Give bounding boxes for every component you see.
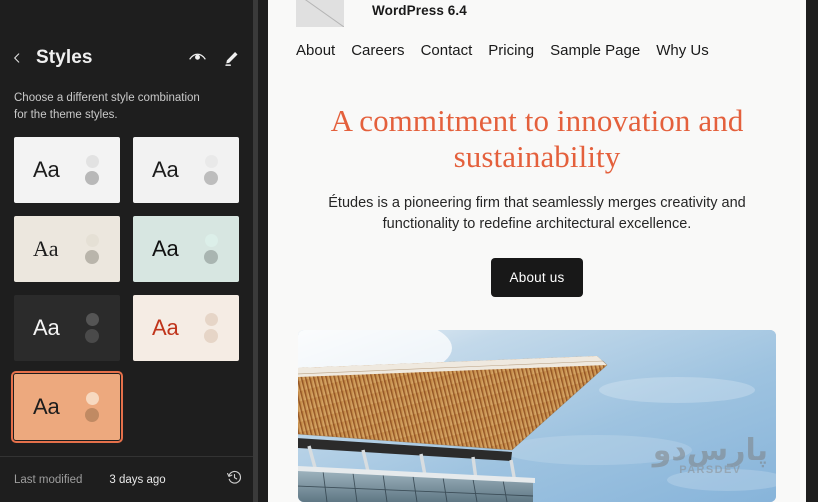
pencil-icon	[222, 49, 241, 68]
sidebar-header-actions	[184, 45, 244, 71]
last-modified-value: 3 days ago	[109, 473, 166, 486]
hero-image: پارس‌دو PARSDEV	[298, 330, 776, 502]
hero-subtitle: Études is a pioneering firm that seamles…	[328, 194, 746, 233]
palette-dot-secondary	[85, 250, 99, 265]
edit-styles-button[interactable]	[218, 45, 244, 71]
back-button[interactable]	[4, 43, 30, 73]
style-variation-ivory-red[interactable]: Aa	[133, 295, 239, 362]
style-variation-default-light[interactable]: Aa	[14, 137, 120, 204]
variation-typography-sample: Aa	[33, 394, 60, 420]
palette-dot-primary	[85, 234, 99, 248]
palette-dot-primary	[204, 155, 218, 169]
style-variation-peach[interactable]: Aa	[11, 371, 123, 444]
last-modified-label: Last modified	[14, 473, 83, 486]
style-variation-mint[interactable]: Aa	[133, 216, 239, 283]
nav-link-pricing[interactable]: Pricing	[488, 42, 534, 59]
variation-palette-dots	[85, 155, 99, 186]
variation-palette-dots	[204, 234, 218, 265]
style-book-button[interactable]	[184, 45, 210, 71]
chevron-left-icon	[10, 51, 24, 65]
palette-dot-secondary	[85, 171, 99, 186]
clock-history-icon	[226, 469, 243, 491]
variation-typography-sample: Aa	[33, 315, 60, 341]
variation-palette-dots	[85, 313, 99, 344]
styles-description: Choose a different style combination for…	[14, 92, 200, 121]
variation-typography-sample: Aa	[152, 315, 179, 341]
nav-link-about[interactable]: About	[296, 42, 335, 59]
nav-link-contact[interactable]: Contact	[421, 42, 473, 59]
site-frame: WordPress 6.4 About Careers Contact Pricing…	[268, 0, 806, 502]
nav-link-sample-page[interactable]: Sample Page	[550, 42, 640, 59]
styles-editor-app: Styles Choose a different style combinat…	[0, 0, 818, 502]
variation-palette-dots	[204, 313, 218, 344]
palette-dot-secondary	[204, 171, 218, 186]
variation-typography-sample: Aa	[152, 236, 179, 262]
hero-title: A commitment to innovation and sustainab…	[330, 103, 744, 175]
palette-dot-primary	[85, 155, 99, 169]
variation-typography-sample: Aa	[33, 157, 60, 183]
palette-dot-secondary	[204, 250, 218, 265]
style-variation-dark[interactable]: Aa	[14, 295, 120, 362]
hero-section: A commitment to innovation and sustainab…	[268, 103, 806, 298]
site-header: WordPress 6.4	[268, 0, 806, 34]
variation-typography-sample: Aa	[152, 157, 179, 183]
site-brand-title: WordPress 6.4	[372, 2, 467, 18]
site-preview-canvas: WordPress 6.4 About Careers Contact Pricing…	[258, 0, 818, 502]
variation-palette-dots	[85, 234, 99, 265]
palette-dot-primary	[85, 313, 99, 327]
palette-dot-primary	[204, 313, 218, 327]
variation-typography-sample: Aa	[33, 236, 59, 262]
style-variation-grey-light[interactable]: Aa	[133, 137, 239, 204]
palette-dot-primary	[85, 392, 99, 406]
style-variation-cream-serif[interactable]: Aa	[14, 216, 120, 283]
palette-dot-secondary	[204, 329, 218, 344]
revision-history-button[interactable]	[220, 466, 248, 494]
variation-palette-dots	[85, 392, 99, 423]
sidebar-footer: Last modified 3 days ago	[0, 456, 258, 502]
hero-cta-wrapper: About us	[306, 258, 768, 298]
nav-link-why-us[interactable]: Why Us	[656, 42, 709, 59]
about-us-button[interactable]: About us	[490, 258, 584, 298]
sidebar-header: Styles	[0, 28, 258, 88]
palette-dot-primary	[204, 234, 218, 248]
broken-image-icon	[296, 0, 344, 27]
styles-sidebar: Styles Choose a different style combinat…	[0, 0, 258, 502]
palette-dot-secondary	[85, 408, 99, 423]
style-variations-grid: Aa Aa Aa Aa Aa Aa Aa	[0, 123, 258, 456]
site-navigation: About Careers Contact Pricing Sample Page Why…	[268, 42, 806, 59]
palette-dot-secondary	[85, 329, 99, 344]
nav-link-careers[interactable]: Careers	[351, 42, 404, 59]
variation-palette-dots	[204, 155, 218, 186]
architecture-photo-illustration	[298, 330, 776, 502]
page-title: Styles	[36, 47, 93, 68]
preview-icon	[188, 49, 207, 68]
